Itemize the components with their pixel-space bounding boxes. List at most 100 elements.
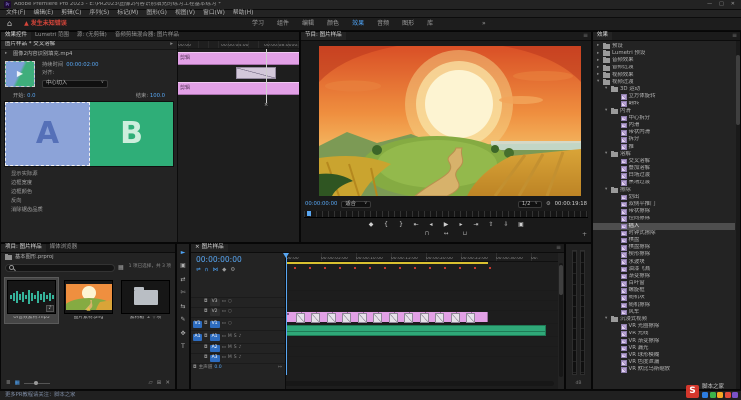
track-output-icon[interactable]: ○ xyxy=(228,310,232,315)
effects-tree-row[interactable]: 交叉溶解 xyxy=(593,158,735,165)
track-target-badge[interactable]: A1 xyxy=(210,334,220,341)
preview-a[interactable]: A xyxy=(5,102,90,166)
effects-tree-row[interactable]: VR 漏光 xyxy=(593,345,735,352)
effects-tree-row[interactable]: 3D 运动 xyxy=(593,86,735,93)
effects-tree-row[interactable]: 擦除 xyxy=(593,187,735,194)
panel-tab[interactable]: 媒体浏览器 xyxy=(46,244,82,252)
lock-icon[interactable]: ◘ xyxy=(204,346,208,351)
lift-button[interactable]: ⇧ xyxy=(488,222,495,228)
add-marker-button[interactable]: ◆ xyxy=(368,222,375,228)
timeline-vertical-scrollbar[interactable] xyxy=(559,263,563,377)
workspace-tab[interactable]: 效果 xyxy=(346,19,370,29)
sync-lock-icon[interactable]: ▭ xyxy=(222,346,226,351)
lock-icon[interactable]: ◘ xyxy=(204,356,208,361)
master-value[interactable]: 0.0 xyxy=(214,366,221,371)
hand-tool[interactable]: ✥ xyxy=(178,329,189,338)
effects-tree-row[interactable]: 翻转 xyxy=(593,101,735,108)
effects-tab[interactable]: 效果 xyxy=(593,32,612,40)
project-item-image[interactable]: ▲ 图片素材.png xyxy=(62,278,115,323)
ripple-edit-tool[interactable]: ⇄ xyxy=(178,275,189,284)
effects-tree-row[interactable]: VR 球形模糊 xyxy=(593,352,735,359)
bin-breadcrumb[interactable]: 基本图形.prproj xyxy=(1,253,175,262)
workspace-tab[interactable]: 颜色 xyxy=(321,19,345,29)
effects-tree-row[interactable]: 风车 xyxy=(593,309,735,316)
effects-scrollbar[interactable] xyxy=(736,41,740,389)
effects-tree-row[interactable]: 白场过渡 xyxy=(593,172,735,179)
effects-tree-row[interactable]: 带状内滑 xyxy=(593,129,735,136)
timeline-timecode[interactable]: 00:00:00:00 xyxy=(191,253,285,264)
effects-tree-row[interactable]: 随机块 xyxy=(593,295,735,302)
project-item-audio[interactable]: ♪ UI音效素材.mp3 xyxy=(5,278,58,323)
panel-menu-icon[interactable]: ≡ xyxy=(553,244,564,252)
timeline-settings-icon[interactable]: ⚙ xyxy=(230,268,235,274)
menu-item[interactable]: 图形(G) xyxy=(142,11,171,17)
effects-tree-row[interactable]: VR 光圈擦除 xyxy=(593,323,735,330)
timeline-ruler[interactable]: 00:0000:00:05:0000:00:10:0000:00:15:0000… xyxy=(286,253,558,262)
program-timecode[interactable]: 00:00:00:00 xyxy=(305,202,337,207)
effects-tree-row[interactable]: 带状擦除 xyxy=(593,208,735,215)
playhead-x-handle[interactable]: × xyxy=(264,103,268,108)
track-v3[interactable] xyxy=(286,290,558,300)
effects-tree-row[interactable]: 溶解 xyxy=(593,151,735,158)
effects-tree-row[interactable]: 随机擦除 xyxy=(593,302,735,309)
project-item-bin[interactable]: 素材箱 2 个项 xyxy=(119,278,172,323)
workspace-tab[interactable]: 编辑 xyxy=(296,19,320,29)
solo-icon[interactable]: S xyxy=(234,335,237,340)
effects-tree-row[interactable]: 渐变擦除 xyxy=(593,273,735,280)
track-target-badge[interactable]: A2 xyxy=(210,345,220,352)
track-target-badge[interactable]: V3 xyxy=(210,299,220,306)
track-select-tool[interactable]: ▣ xyxy=(178,262,189,271)
solo-icon[interactable]: S xyxy=(234,346,237,351)
panel-tab[interactable]: 项目: 图片样品 xyxy=(1,244,46,252)
mute-icon[interactable]: M xyxy=(228,346,232,351)
step-forward-button[interactable]: ▸ xyxy=(458,222,465,228)
effects-tree-row[interactable]: VR 光线 xyxy=(593,331,735,338)
close-icon[interactable]: × xyxy=(195,245,200,251)
effects-tree-row[interactable]: 推 xyxy=(593,144,735,151)
voiceover-icon[interactable]: ♪ xyxy=(239,335,242,340)
lock-icon[interactable]: ◘ xyxy=(204,300,208,305)
effects-tree-row[interactable]: 音频效果 xyxy=(593,57,735,64)
sync-lock-icon[interactable]: ▭ xyxy=(222,356,226,361)
zoom-slider[interactable] xyxy=(24,383,50,384)
export-frame-button[interactable]: ▣ xyxy=(518,222,525,228)
filter-icon[interactable]: ▦ xyxy=(118,265,124,271)
mini-timeline-ruler[interactable]: 00:0000:00:04:0000:00:08:0000:0 xyxy=(178,41,299,49)
sync-lock-icon[interactable]: ▭ xyxy=(222,310,226,315)
effects-tree-row[interactable]: 中心拆分 xyxy=(593,115,735,122)
effects-tree-row[interactable]: 棋盘 xyxy=(593,237,735,244)
duration-value[interactable]: 00:00:02:00 xyxy=(66,63,98,68)
effects-tree-row[interactable]: 叠加溶解 xyxy=(593,165,735,172)
effects-tree-row[interactable]: 时钟式擦除 xyxy=(593,230,735,237)
go-to-in-button[interactable]: ⇤ xyxy=(413,222,420,228)
menu-item[interactable]: 帮助(H) xyxy=(229,11,257,17)
start-value[interactable]: 0.0 xyxy=(27,93,35,99)
transition-block[interactable] xyxy=(236,67,276,79)
effects-tree-row[interactable]: 螺旋框 xyxy=(593,287,735,294)
track-target-badge[interactable]: V2 xyxy=(210,309,220,316)
effects-tree-row[interactable]: 楔形擦除 xyxy=(593,251,735,258)
effects-tree-row[interactable]: 双侧平推门 xyxy=(593,201,735,208)
track-a2[interactable] xyxy=(286,336,558,346)
track-target-badge[interactable]: A3 xyxy=(210,355,220,362)
effects-tree-row[interactable]: 黑场过渡 xyxy=(593,180,735,187)
menu-item[interactable]: 剪辑(C) xyxy=(57,11,85,17)
effects-tree-row[interactable]: 划出 xyxy=(593,194,735,201)
close-button[interactable]: ✕ xyxy=(731,2,735,7)
sync-lock-icon[interactable]: ▭ xyxy=(222,335,226,340)
mark-out-button[interactable]: } xyxy=(398,222,405,228)
lock-icon[interactable]: ◘ xyxy=(204,335,208,340)
effects-tree-row[interactable]: Lumetri 预设 xyxy=(593,50,735,57)
effects-tree-row[interactable]: VR 默比乌斯缩放 xyxy=(593,366,735,373)
delete-icon[interactable]: ✕ xyxy=(165,381,170,387)
source-patch[interactable]: A1 xyxy=(193,334,202,341)
voiceover-icon[interactable]: ♪ xyxy=(239,346,242,351)
alignment-select[interactable]: 中心切入 ∨ xyxy=(42,80,108,88)
pen-tool[interactable]: ✎ xyxy=(178,316,189,325)
audio-meters-panel[interactable]: dB xyxy=(565,243,592,390)
program-video-frame[interactable] xyxy=(319,46,581,196)
source-patch[interactable]: V1 xyxy=(193,321,202,328)
menu-item[interactable]: 窗口(W) xyxy=(199,11,229,17)
panel-menu-icon[interactable]: ≡ xyxy=(729,32,740,40)
lock-icon[interactable]: ◘ xyxy=(204,322,208,327)
